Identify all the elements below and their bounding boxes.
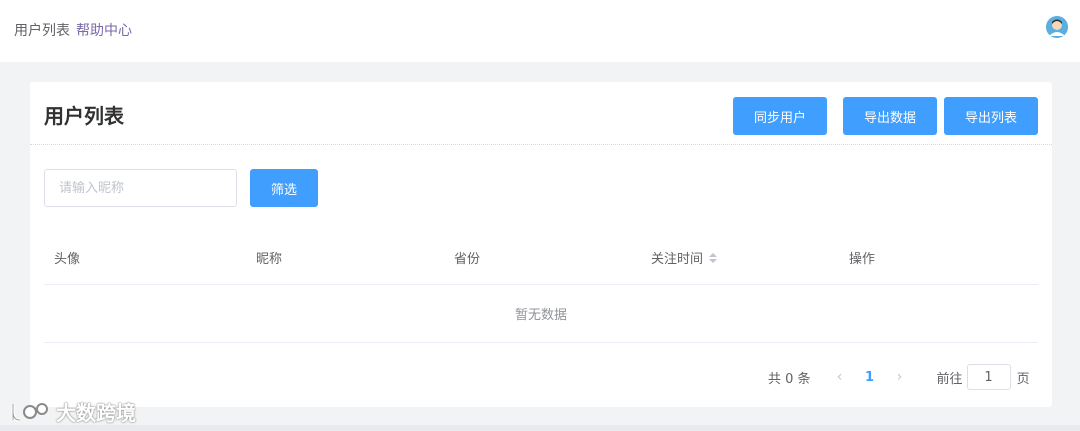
empty-state-text: 暂无数据 — [514, 308, 567, 323]
column-header-follow-time[interactable]: 关注时间 — [651, 248, 718, 267]
card-header: 用户列表 同步用户 导出数据 导出列表 — [30, 82, 1052, 145]
pagination-goto-input[interactable] — [966, 364, 1011, 390]
sort-icon[interactable] — [709, 252, 718, 263]
nickname-search-input[interactable] — [44, 169, 237, 207]
export-list-button[interactable]: 导出列表 — [944, 97, 1038, 135]
watermark-text: 大数跨境 — [56, 401, 136, 425]
pagination-page-1[interactable]: 1 — [851, 370, 889, 385]
pagination-goto-label: 前往 — [936, 371, 963, 387]
watermark: 大数跨境 — [8, 397, 136, 426]
page-title: 用户列表 — [44, 104, 124, 128]
user-avatar-icon[interactable] — [1046, 16, 1068, 38]
column-header-avatar: 头像 — [54, 252, 81, 267]
breadcrumb-user-list[interactable]: 用户列表 — [14, 20, 70, 40]
pagination-total: 共 0 条 — [768, 371, 811, 387]
top-bar: 用户列表 帮助中心 — [0, 0, 1080, 62]
chevron-right-icon[interactable]: › — [889, 369, 911, 385]
column-header-nickname: 昵称 — [256, 252, 283, 267]
sync-users-button[interactable]: 同步用户 — [733, 97, 827, 135]
sort-descending-icon[interactable] — [709, 258, 718, 263]
user-table: 头像 昵称 省份 关注时间 操作 暂无数据 — [44, 230, 1038, 343]
sort-ascending-icon[interactable] — [709, 252, 718, 257]
empty-state-row: 暂无数据 — [44, 285, 1038, 343]
export-data-button[interactable]: 导出数据 — [843, 97, 937, 135]
pagination: 共 0 条 ‹ 1 › 前往 页 — [768, 364, 1030, 390]
bottom-strip — [0, 425, 1080, 431]
breadcrumb: 用户列表 帮助中心 — [14, 20, 132, 40]
column-header-actions: 操作 — [849, 252, 876, 267]
column-header-province: 省份 — [454, 252, 481, 267]
watermark-logo-icon — [11, 402, 48, 421]
follow-time-label: 关注时间 — [651, 252, 704, 267]
table-header: 头像 昵称 省份 关注时间 操作 — [44, 230, 1038, 285]
filter-button[interactable]: 筛选 — [250, 169, 318, 207]
breadcrumb-help-center[interactable]: 帮助中心 — [76, 20, 132, 40]
pagination-page-suffix: 页 — [1016, 371, 1030, 387]
chevron-left-icon[interactable]: ‹ — [829, 369, 851, 385]
user-list-card: 用户列表 同步用户 导出数据 导出列表 筛选 头像 昵称 省份 关注时间 操作 … — [30, 82, 1052, 407]
